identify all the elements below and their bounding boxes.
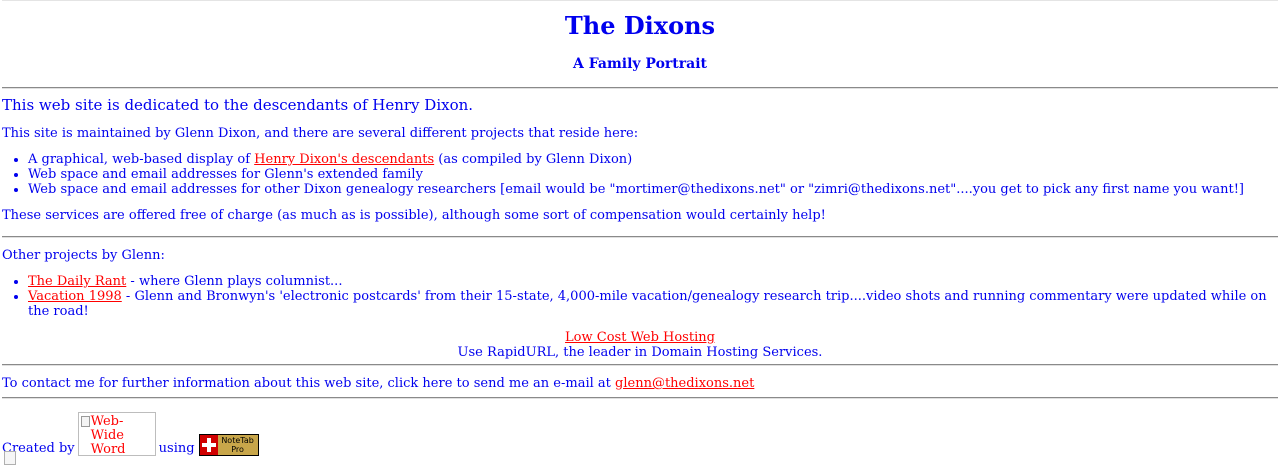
swiss-cross-icon — [199, 435, 218, 455]
descendants-link[interactable]: Henry Dixon's descendants — [254, 152, 434, 167]
list-item: Web space and email addresses for Glenn'… — [28, 167, 1278, 182]
broken-image-icon — [4, 451, 16, 465]
projects-list: A graphical, web-based display of Henry … — [2, 152, 1278, 197]
credits-row: Created by Web-Wide Word using NoteTab P… — [2, 412, 1278, 457]
list-item: The Daily Rant - where Glenn plays colum… — [28, 274, 1278, 289]
maintained-text: This site is maintained by Glenn Dixon, … — [2, 126, 639, 141]
email-link[interactable]: glenn@thedixons.net — [615, 376, 754, 391]
hosting-block: Low Cost Web Hosting Use RapidURL, the l… — [2, 330, 1278, 360]
divider — [2, 236, 1278, 238]
other-projects-heading: Other projects by Glenn: — [2, 248, 165, 263]
contact-text: To contact me for further information ab… — [2, 376, 755, 391]
using-label: using — [158, 441, 195, 456]
top-rule — [2, 0, 1278, 1]
divider — [2, 364, 1278, 366]
notetab-pro-badge[interactable]: NoteTab Pro — [198, 434, 259, 456]
web-wide-word-image[interactable]: Web-Wide Word — [77, 412, 156, 457]
daily-rant-link[interactable]: The Daily Rant — [28, 274, 126, 289]
page-title: The Dixons — [564, 11, 716, 40]
list-item: Vacation 1998 - Glenn and Bronwyn's 'ele… — [28, 289, 1278, 319]
page-subtitle: A Family Portrait — [572, 56, 707, 72]
list-item: A graphical, web-based display of Henry … — [28, 152, 1278, 167]
divider — [2, 87, 1278, 89]
vacation-1998-link[interactable]: Vacation 1998 — [28, 289, 122, 304]
broken-image-icon — [80, 416, 90, 427]
list-item: Web space and email addresses for other … — [28, 182, 1278, 197]
other-projects-list: The Daily Rant - where Glenn plays colum… — [2, 274, 1278, 319]
web-hosting-link[interactable]: Low Cost Web Hosting — [565, 330, 715, 345]
free-note: These services are offered free of charg… — [2, 208, 826, 223]
hosting-tagline: Use RapidURL, the leader in Domain Hosti… — [457, 345, 823, 360]
divider — [2, 397, 1278, 399]
page-body: The Dixons A Family Portrait This web si… — [0, 10, 1280, 457]
intro-text: This web site is dedicated to the descen… — [2, 96, 474, 114]
notetab-label: NoteTab Pro — [221, 436, 254, 454]
